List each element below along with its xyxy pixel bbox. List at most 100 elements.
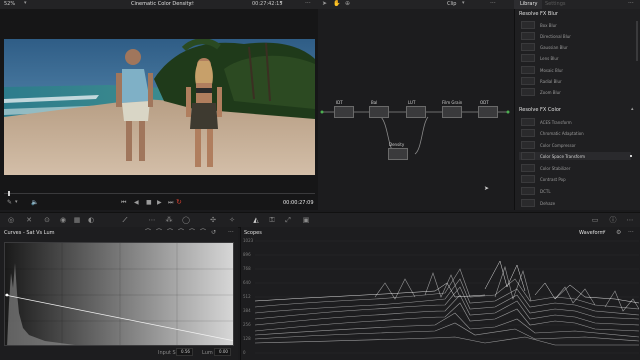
viewer-zoom[interactable]: 52% (4, 2, 15, 7)
camera-raw-icon[interactable]: ◉ (59, 216, 67, 224)
more-options-icon[interactable]: ··· (490, 1, 496, 7)
curve-type-icon[interactable]: ⌒ (178, 230, 184, 236)
tracker-icon[interactable]: ✣ (209, 216, 217, 224)
motion-effects-icon[interactable]: ⊙ (43, 216, 51, 224)
node-graph-panel[interactable]: IDT Bal LUT Film Grain ODT Density ➤ (318, 9, 514, 210)
hand-tool-icon[interactable]: ✋ (333, 1, 340, 7)
node-odt-label: ODT (480, 100, 489, 105)
library-scrollbar[interactable] (636, 21, 638, 61)
3d-icon[interactable]: ▣ (302, 216, 310, 224)
scale-label: 128 (243, 336, 251, 341)
blur-icon[interactable]: ◭ (252, 216, 260, 224)
go-to-end-icon[interactable]: ⏭ (168, 200, 173, 206)
tab-library[interactable]: Library (514, 0, 542, 9)
library-item[interactable]: Contrast Pop (519, 175, 631, 183)
node-mode-label[interactable]: Clip (447, 2, 456, 7)
sat-vs-lum-curve (5, 243, 233, 345)
more-options-icon[interactable]: ··· (628, 1, 634, 7)
library-item[interactable]: Color Space Transform (519, 152, 632, 160)
viewer-scrubber[interactable] (4, 193, 315, 194)
curves-icon[interactable]: ⟋ (121, 216, 129, 224)
effect-thumbnail (521, 66, 535, 74)
stop-icon[interactable]: ■ (146, 200, 152, 206)
input-sat-field[interactable]: 0.56 (176, 348, 193, 356)
curve-type-icon[interactable]: ⌒ (200, 230, 206, 236)
library-item[interactable]: Chromatic Adaptation (519, 129, 631, 137)
chevron-down-icon[interactable]: ▾ (280, 1, 283, 6)
curve-type-icon[interactable]: ⌒ (156, 230, 162, 236)
library-item-label: Box Blur (540, 23, 557, 28)
loop-icon[interactable]: ↻ (176, 199, 182, 206)
tab-settings[interactable]: Settings (545, 2, 566, 7)
reset-icon[interactable]: ↺ (211, 230, 216, 236)
library-item-label: Color Space Transform (540, 154, 586, 159)
library-item[interactable]: Box Blur (519, 21, 631, 29)
pointer-tool-icon[interactable]: ➤ (322, 1, 327, 7)
library-section-title[interactable]: Resolve FX Color (519, 108, 561, 113)
library-item[interactable]: Color Stabilizer (519, 164, 631, 172)
lum-field[interactable]: 0.00 (214, 348, 231, 356)
color-wheels-icon[interactable]: ◎ (7, 216, 15, 224)
library-item-label: Color Compressor (540, 143, 576, 148)
library-item[interactable]: DCTL (519, 187, 631, 195)
library-item[interactable]: Mosaic Blur (519, 66, 631, 74)
node-idt[interactable] (334, 106, 354, 118)
key-icon[interactable]: ⚿ (268, 216, 276, 224)
node-film-grain[interactable] (442, 106, 462, 118)
library-item[interactable]: ACES Transform (519, 118, 631, 126)
library-item[interactable]: Radial Blur (519, 77, 631, 85)
effect-thumbnail (521, 118, 535, 126)
settings-icon[interactable]: ⚙ (616, 230, 621, 236)
magic-mask-icon[interactable]: ✧ (228, 216, 236, 224)
more-options-icon[interactable]: ··· (305, 1, 311, 7)
rgb-mixer-icon[interactable]: ✕ (25, 216, 33, 224)
more-options-icon[interactable]: ··· (228, 230, 234, 236)
library-item[interactable]: Directional Blur (519, 32, 631, 40)
chevron-down-icon[interactable]: ▾ (603, 230, 606, 235)
node-film-grain-label: Film Grain (442, 100, 463, 105)
stills-icon[interactable]: ▭ (591, 216, 599, 224)
chevron-down-icon[interactable]: ▾ (24, 1, 27, 6)
sizing-icon[interactable]: ⤢ (284, 216, 292, 224)
node-lut[interactable] (406, 106, 426, 118)
hdr-wheels-icon[interactable]: ◐ (87, 216, 95, 224)
library-item[interactable]: Zoom Blur (519, 88, 631, 96)
qualifier-icon[interactable]: ⁂ (165, 216, 173, 224)
curve-type-icon[interactable]: ⌒ (167, 230, 173, 236)
chevron-down-icon[interactable]: ▾ (15, 200, 18, 205)
library-item[interactable]: Color Compressor (519, 141, 631, 149)
play-icon[interactable]: ▶ (157, 200, 162, 206)
curve-type-icon[interactable]: ⌒ (189, 230, 195, 236)
node-bal[interactable] (369, 106, 389, 118)
curves-title: Curves - Sat Vs Lum (4, 230, 55, 236)
color-match-icon[interactable]: ▦ (73, 216, 81, 224)
scale-label: 1023 (243, 238, 254, 243)
more-options-icon[interactable]: ⋯ (626, 216, 634, 224)
scope-mode-select[interactable]: Waveform (579, 231, 604, 236)
sync-icon[interactable]: ⇄ (189, 1, 194, 7)
chevron-up-icon[interactable]: ▴ (631, 107, 634, 112)
more-options-icon[interactable]: ··· (628, 230, 634, 236)
library-section-title[interactable]: Resolve FX Blur (519, 12, 558, 17)
pen-tool-icon[interactable]: ✎ (7, 200, 12, 206)
audio-icon[interactable]: 🔈 (31, 200, 38, 206)
play-reverse-icon[interactable]: ◀ (134, 200, 139, 206)
library-item-label: Gaussian Blur (540, 45, 568, 50)
node-density[interactable] (388, 148, 408, 160)
mouse-cursor-icon: ➤ (484, 185, 490, 192)
zoom-tool-icon[interactable]: ⊕ (345, 1, 350, 7)
color-warper-icon[interactable]: ⋯ (148, 216, 156, 224)
curve-type-icon[interactable]: ⌒ (145, 230, 151, 236)
node-odt[interactable] (478, 106, 498, 118)
node-density-label: Density (389, 142, 405, 147)
go-to-start-icon[interactable]: ⏮ (121, 200, 126, 206)
chevron-down-icon[interactable]: ▾ (462, 1, 465, 6)
video-frame[interactable] (4, 39, 315, 175)
library-item[interactable]: Dehaze (519, 199, 631, 207)
library-item[interactable]: Gaussian Blur (519, 43, 631, 51)
curve-graph[interactable] (4, 242, 234, 346)
node-lut-label: LUT (408, 100, 416, 105)
library-item[interactable]: Lens Blur (519, 54, 631, 62)
window-icon[interactable]: ◯ (182, 216, 190, 224)
info-icon[interactable]: ⓘ (609, 216, 617, 224)
